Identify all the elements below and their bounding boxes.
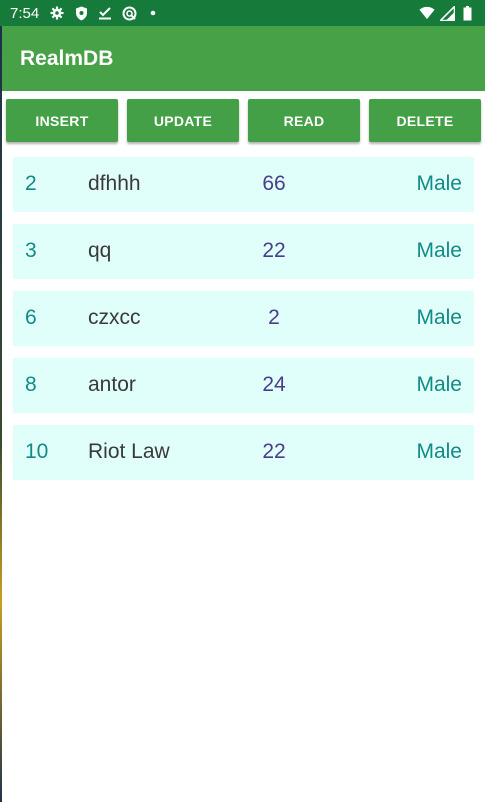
gear-icon <box>49 5 65 21</box>
record-gender: Male <box>416 239 462 262</box>
record-gender: Male <box>416 306 462 329</box>
wifi-icon <box>419 5 435 21</box>
list-item[interactable]: 3 qq 22 Male <box>13 224 474 279</box>
record-id: 2 <box>25 172 37 195</box>
main-content: INSERT UPDATE READ DELETE 2 dfhhh 66 Mal… <box>2 91 485 802</box>
battery-icon <box>459 5 475 21</box>
download-check-icon <box>97 5 113 21</box>
record-id: 6 <box>25 306 37 329</box>
list-item[interactable]: 8 antor 24 Male <box>13 358 474 413</box>
record-age: 22 <box>262 239 286 262</box>
record-gender: Male <box>416 172 462 195</box>
record-name: czxcc <box>88 306 141 329</box>
record-id: 8 <box>25 373 37 396</box>
signal-icon <box>439 5 455 21</box>
shield-icon <box>73 5 89 21</box>
delete-button[interactable]: DELETE <box>369 99 481 142</box>
sync-icon <box>121 5 137 21</box>
update-button[interactable]: UPDATE <box>127 99 239 142</box>
status-time: 7:54 <box>10 4 40 22</box>
record-name: dfhhh <box>88 172 141 195</box>
record-age: 24 <box>262 373 286 396</box>
record-gender: Male <box>416 440 462 463</box>
records-list: 2 dfhhh 66 Male 3 qq 22 Male 6 czxcc 2 M… <box>13 157 474 492</box>
action-button-row: INSERT UPDATE READ DELETE <box>2 99 485 143</box>
list-item[interactable]: 10 Riot Law 22 Male <box>13 425 474 480</box>
record-name: antor <box>88 373 136 396</box>
record-id: 3 <box>25 239 37 262</box>
insert-button[interactable]: INSERT <box>6 99 118 142</box>
record-age: 22 <box>262 440 286 463</box>
record-gender: Male <box>416 373 462 396</box>
record-age: 2 <box>268 306 280 329</box>
list-item[interactable]: 6 czxcc 2 Male <box>13 291 474 346</box>
record-id: 10 <box>25 440 49 463</box>
list-item[interactable]: 2 dfhhh 66 Male <box>13 157 474 212</box>
dot-icon <box>145 5 161 21</box>
record-name: Riot Law <box>88 440 170 463</box>
app-title: RealmDB <box>20 46 114 70</box>
record-age: 66 <box>262 172 286 195</box>
status-bar: 7:54 <box>0 0 485 26</box>
record-name: qq <box>88 239 112 262</box>
app-bar: RealmDB <box>2 26 485 91</box>
read-button[interactable]: READ <box>248 99 360 142</box>
